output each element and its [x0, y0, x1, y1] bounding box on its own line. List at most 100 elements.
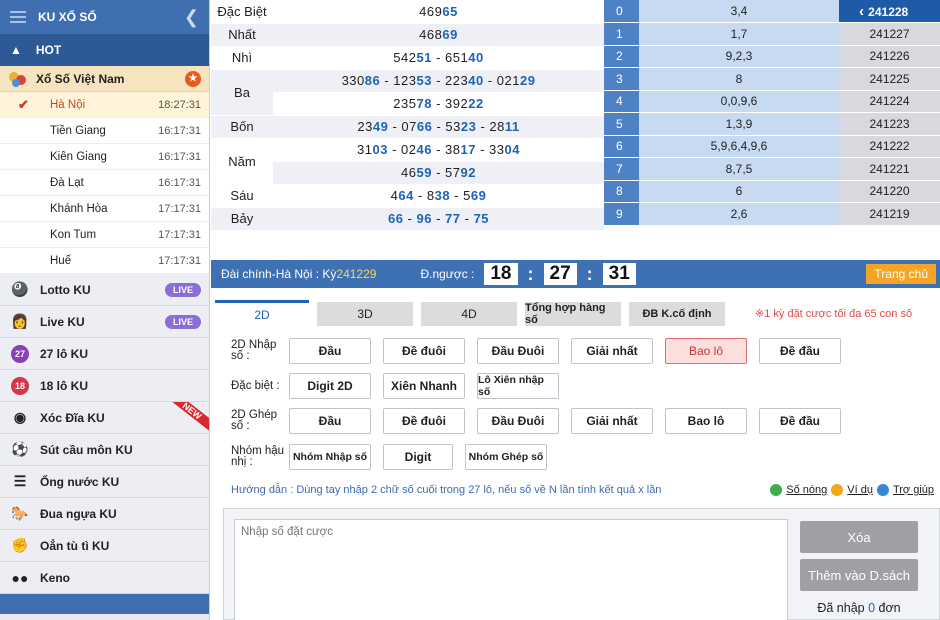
hot-numbers-link[interactable]: Số nóng	[786, 484, 827, 496]
help-link[interactable]: Trợ giúp	[893, 484, 934, 496]
draw-date[interactable]: 241222	[839, 135, 940, 158]
draw-date[interactable]: 241223	[839, 112, 940, 136]
head-row[interactable]: 6 5,9,6,4,9,6 241222	[604, 135, 940, 158]
27-lo-icon: 27	[8, 343, 32, 365]
head-row[interactable]: 7 8,7,5 241221	[604, 157, 940, 181]
draw-date[interactable]: 241225	[839, 67, 940, 91]
chevron-left-icon[interactable]: ❮	[184, 7, 199, 28]
draw-date[interactable]: 241221	[839, 157, 940, 181]
city-item[interactable]: Tiền Giang 16:17:31	[0, 118, 209, 144]
city-time: 18:27:31	[158, 98, 201, 111]
draw-date[interactable]: 241227	[839, 22, 940, 46]
bet-option-button[interactable]: Đề đuôi	[383, 408, 465, 434]
bet-option-button[interactable]: Đầu	[289, 338, 371, 364]
tab-3[interactable]: Tổng hợp hàng số	[525, 302, 621, 326]
bet-option-button[interactable]: Xiên Nhanh	[383, 373, 465, 399]
prize-value: 464 - 838 - 569	[273, 184, 604, 208]
head-row[interactable]: 5 1,3,9 241223	[604, 112, 940, 136]
draw-date[interactable]: 241224	[839, 90, 940, 113]
prize-value: 54251 - 65140	[273, 46, 604, 70]
bet-option-button[interactable]: Bao lô	[665, 408, 747, 434]
sidebar-item-1[interactable]: 👩 Live KU LIVE	[0, 306, 209, 338]
xoso-vietnam-item[interactable]: Xổ Số Việt Nam ★	[0, 66, 209, 92]
sidebar: KU XỔ SỐ ❮ ▲ HOT Xổ Số Việt Nam ★ ✔ Hà Nộ…	[0, 0, 210, 620]
info-icon	[831, 484, 844, 496]
tab-2[interactable]: 4D	[421, 302, 517, 326]
home-button[interactable]: Trang chủ	[866, 264, 936, 284]
bet-number-input[interactable]	[234, 519, 788, 620]
prize-value: 46965	[273, 0, 604, 24]
head-row[interactable]: 8 6 241220	[604, 180, 940, 203]
bet-option-button[interactable]: Đề đuôi	[383, 338, 465, 364]
bet-option-button[interactable]: Lô Xiên nhập số	[477, 373, 559, 399]
sidebar-item-3[interactable]: 18 18 lô KU	[0, 370, 209, 402]
head-row[interactable]: 9 2,6 241219	[604, 202, 940, 226]
bet-option-button[interactable]: Giải nhất	[571, 408, 653, 434]
head-digit: 4	[604, 90, 639, 113]
head-row[interactable]: 2 9,2,3 241226	[604, 45, 940, 68]
soccer-icon: ⚽	[11, 441, 29, 457]
result-row: Nhì 54251 - 65140	[211, 46, 604, 70]
xoso-label: Xổ Số Việt Nam	[36, 71, 125, 86]
city-item[interactable]: ✔ Hà Nội 18:27:31	[0, 92, 209, 118]
tab-0[interactable]: 2D	[215, 300, 309, 326]
sidebar-item-9[interactable]: ●● Keno	[0, 562, 209, 594]
prize-value: 66 - 96 - 77 - 75	[273, 207, 604, 231]
sidebar-item-2[interactable]: 27 27 lô KU	[0, 338, 209, 370]
bet-option-button[interactable]: Đầu	[289, 408, 371, 434]
bet-option-button[interactable]: Giải nhất	[571, 338, 653, 364]
sidebar-item-7[interactable]: 🐎 Đua ngựa KU	[0, 498, 209, 530]
result-row: Đặc Biệt 46965	[211, 0, 604, 24]
draw-date[interactable]: 241219	[839, 202, 940, 226]
sidebar-item-label: 27 lô KU	[40, 346, 89, 361]
tab-1[interactable]: 3D	[317, 302, 413, 326]
bet-option-button[interactable]: Nhóm Nhập số	[289, 444, 371, 470]
sidebar-item-4[interactable]: ◉ Xóc Đĩa KU NEW	[0, 402, 209, 434]
live-badge: LIVE	[164, 314, 201, 329]
city-item[interactable]: Kon Tum 17:17:31	[0, 222, 209, 248]
delete-button[interactable]: Xóa	[800, 521, 918, 553]
bet-option-button[interactable]: Nhóm Ghép số	[465, 444, 547, 470]
draw-date[interactable]: 241226	[839, 45, 940, 68]
sidebar-item-6[interactable]: ☰ Ống nước KU	[0, 466, 209, 498]
sidebar-item-8[interactable]: ✊ Oẳn tù tì KU	[0, 530, 209, 562]
example-link[interactable]: Ví dụ	[847, 484, 873, 496]
prize-label: Nhất	[211, 23, 273, 47]
draw-date[interactable]: ‹ 241228	[839, 0, 940, 23]
hot-label: HOT	[35, 43, 62, 57]
menu-icon[interactable]	[10, 11, 26, 23]
bet-option-button[interactable]: Đầu Đuôi	[477, 338, 559, 364]
bet-option-button[interactable]: Bao lô	[665, 338, 747, 364]
hot-section[interactable]: ▲ HOT	[0, 34, 209, 66]
bet-option-button[interactable]: Đầu Đuôi	[477, 408, 559, 434]
city-item[interactable]: Kiên Giang 16:17:31	[0, 144, 209, 170]
bet-option-button[interactable]: Digit 2D	[289, 373, 371, 399]
colon: :	[586, 263, 593, 284]
result-row: Ba 33086 - 12353 - 22340 - 02129	[211, 69, 604, 116]
head-row[interactable]: 1 1,7 241227	[604, 22, 940, 46]
city-time: 16:17:31	[158, 124, 201, 137]
tab-4[interactable]: ĐB K.cố định	[629, 302, 725, 326]
bet-option-button[interactable]: Digit	[383, 444, 453, 470]
sidebar-item-label: Sút cầu môn KU	[40, 442, 133, 457]
draw-date[interactable]: 241220	[839, 180, 940, 203]
head-row[interactable]: 0 3,4 ‹ 241228	[604, 0, 940, 23]
bet-option-button[interactable]: Đề đầu	[759, 408, 841, 434]
city-item[interactable]: Đà Lạt 16:17:31	[0, 170, 209, 196]
lottery-balls-icon	[8, 70, 28, 88]
city-item[interactable]: Huế 17:17:31	[0, 248, 209, 274]
sidebar-item-5[interactable]: ⚽ Sút cầu môn KU	[0, 434, 209, 466]
sidebar-item-label: Keno	[40, 570, 70, 585]
head-row[interactable]: 3 8 241225	[604, 67, 940, 91]
head-values: 8	[639, 67, 839, 91]
head-row[interactable]: 4 0,0,9,6 241224	[604, 90, 940, 113]
sidebar-item-0[interactable]: 🎱 Lotto KU LIVE	[0, 274, 209, 306]
head-values: 2,6	[639, 202, 839, 226]
city-item[interactable]: Khánh Hòa 17:17:31	[0, 196, 209, 222]
prize-label: Sáu	[211, 184, 273, 208]
result-row: Bảy 66 - 96 - 77 - 75	[211, 207, 604, 231]
head-digit: 0	[604, 0, 639, 23]
draw-date-value: 241226	[869, 49, 910, 64]
bet-option-button[interactable]: Đề đầu	[759, 338, 841, 364]
add-to-list-button[interactable]: Thêm vào D.sách	[800, 559, 918, 591]
